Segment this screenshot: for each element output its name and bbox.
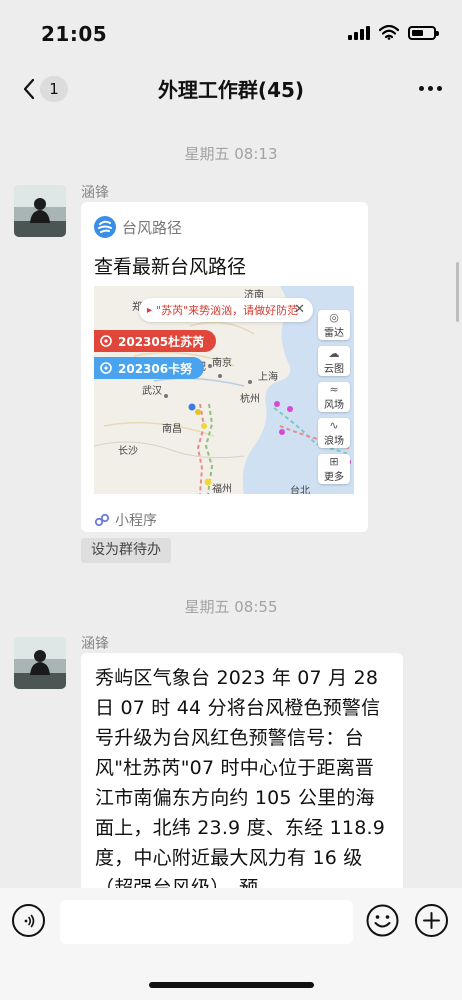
plus-icon xyxy=(423,912,440,929)
wave-icon: ∿ xyxy=(329,418,339,432)
emoji-button[interactable] xyxy=(366,904,399,937)
more-button[interactable] xyxy=(419,78,442,98)
text-message-bubble[interactable]: 秀屿区气象台 2023 年 07 月 28 日 07 时 44 分将台风橙色预警… xyxy=(81,653,403,903)
typhoon-icon xyxy=(100,362,112,374)
home-indicator[interactable] xyxy=(149,982,314,988)
voice-icon xyxy=(24,914,34,927)
map-place-label: 南昌 xyxy=(162,424,182,435)
chat-title: 外理工作群(45) xyxy=(157,78,305,102)
plus-button[interactable] xyxy=(415,904,448,937)
more-grid-icon: ⊞ xyxy=(329,454,339,468)
map-tool-radar[interactable]: ◎ 雷达 xyxy=(318,310,350,340)
voice-button[interactable] xyxy=(12,904,45,937)
battery-icon xyxy=(408,25,439,40)
emoji-icon xyxy=(366,904,399,937)
card-source-label: 台风路径 xyxy=(122,218,183,237)
card-source: 台风路径 xyxy=(94,216,182,238)
map-tool-cloud[interactable]: ☁ 云图 xyxy=(318,346,350,376)
status-icons xyxy=(348,25,439,40)
message-input[interactable] xyxy=(60,900,353,944)
avatar[interactable] xyxy=(14,185,66,237)
wind-icon: ≈ xyxy=(329,382,339,396)
set-group-todo-button[interactable]: 设为群待办 xyxy=(81,538,171,563)
megaphone-icon: ▸ xyxy=(147,304,153,316)
map-tool-wave[interactable]: ∿ 浪场 xyxy=(318,418,350,448)
storm-name: 202306卡努 xyxy=(118,361,193,376)
map-place-label: 长沙 xyxy=(118,446,138,457)
map-toolbar: ◎ 雷达 ☁ 云图 ≈ 风场 ∿ 浪场 ⊞ 更多 xyxy=(318,310,350,484)
map-place-label: 上海 xyxy=(258,372,278,383)
timestamp-separator: 星期五 08:13 xyxy=(184,145,278,163)
status-time: 21:05 xyxy=(41,22,108,46)
map-tool-wind[interactable]: ≈ 风场 xyxy=(318,382,350,412)
wifi-icon xyxy=(379,25,399,40)
map-place-label: 武汉 xyxy=(142,386,162,397)
sender-name: 涵锋 xyxy=(81,636,109,652)
map-place-label: 南京 xyxy=(212,358,232,369)
radar-icon: ◎ xyxy=(329,310,339,324)
card-title: 查看最新台风路径 xyxy=(94,256,247,278)
more-dots-icon xyxy=(419,85,424,91)
cellular-signal-icon xyxy=(348,25,370,40)
map-place-label: 杭州 xyxy=(240,394,260,405)
chat-header: 1 外理工作群(45) xyxy=(0,66,462,112)
mini-program-card[interactable]: 台风路径 查看最新台风路径 郑州 济南 合肥 xyxy=(81,202,368,532)
map-place-label: 台北 xyxy=(290,486,310,494)
storm-tag-kanu[interactable]: 202306卡努 xyxy=(94,357,205,379)
card-footer-label: 小程序 xyxy=(115,513,157,529)
battery-level xyxy=(412,29,423,36)
typhoon-app-icon xyxy=(94,216,116,238)
card-footer: 小程序 xyxy=(94,510,157,530)
scrollbar[interactable] xyxy=(456,262,459,322)
typhoon-icon xyxy=(100,335,112,347)
mini-program-icon xyxy=(94,513,110,527)
typhoon-alert-banner[interactable]: ▸ "苏芮"来势汹汹，请做好防范 ✕ xyxy=(139,298,313,322)
timestamp-separator: 星期五 08:55 xyxy=(184,598,278,616)
typhoon-map[interactable]: 郑州 济南 合肥 南京 上海 武汉 杭州 南昌 长沙 福州 台北 ▸ "苏芮"来… xyxy=(94,286,354,494)
storm-tag-dusurui[interactable]: 202305杜苏芮 xyxy=(94,330,217,352)
cloud-icon: ☁ xyxy=(328,346,340,360)
message-text: 秀屿区气象台 2023 年 07 月 28 日 07 时 44 分将台风橙色预警… xyxy=(95,667,386,899)
map-tool-more[interactable]: ⊞ 更多 xyxy=(318,454,350,484)
map-place-label: 福州 xyxy=(212,484,232,494)
status-bar: 21:05 xyxy=(0,0,462,66)
sender-name: 涵锋 xyxy=(81,185,109,201)
alert-text: "苏芮"来势汹汹，请做好防范 xyxy=(156,304,299,317)
avatar[interactable] xyxy=(14,637,66,689)
close-icon[interactable]: ✕ xyxy=(294,302,305,317)
storm-name: 202305杜苏芮 xyxy=(118,334,205,349)
